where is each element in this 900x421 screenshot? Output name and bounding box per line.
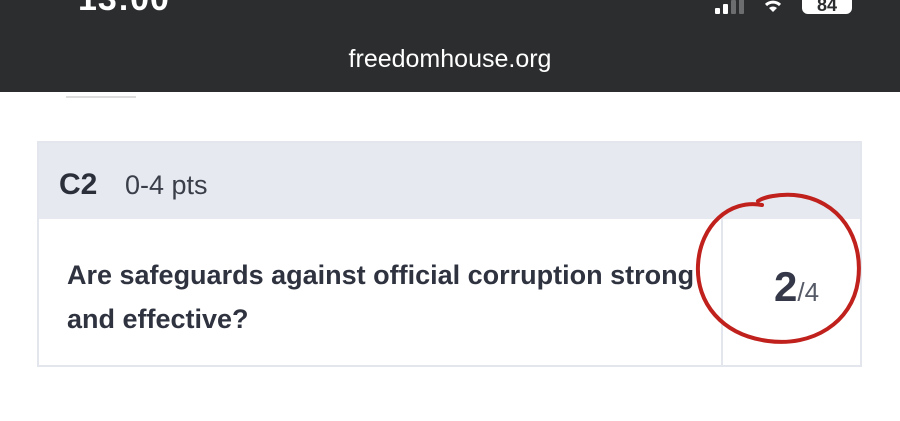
indicator-points-range: 0-4 pts	[125, 170, 208, 200]
status-time: 13:00	[78, 0, 170, 19]
red-hand-drawn-circle-annotation	[695, 192, 861, 344]
battery-icon: 84	[802, 0, 852, 14]
cellular-signal-icon	[715, 0, 744, 14]
content-above-cutoff	[66, 86, 136, 98]
annotation-stroke	[695, 192, 861, 344]
status-icons: 84	[715, 0, 852, 14]
wifi-icon	[764, 0, 782, 12]
address-bar-url[interactable]: freedomhouse.org	[0, 45, 900, 74]
battery-level: 84	[816, 0, 838, 14]
indicator-question: Are safeguards against official corrupti…	[67, 260, 695, 334]
indicator-code: C2	[59, 168, 98, 201]
browser-top-bar: 13:00 84 freedomhouse.org	[0, 0, 900, 92]
